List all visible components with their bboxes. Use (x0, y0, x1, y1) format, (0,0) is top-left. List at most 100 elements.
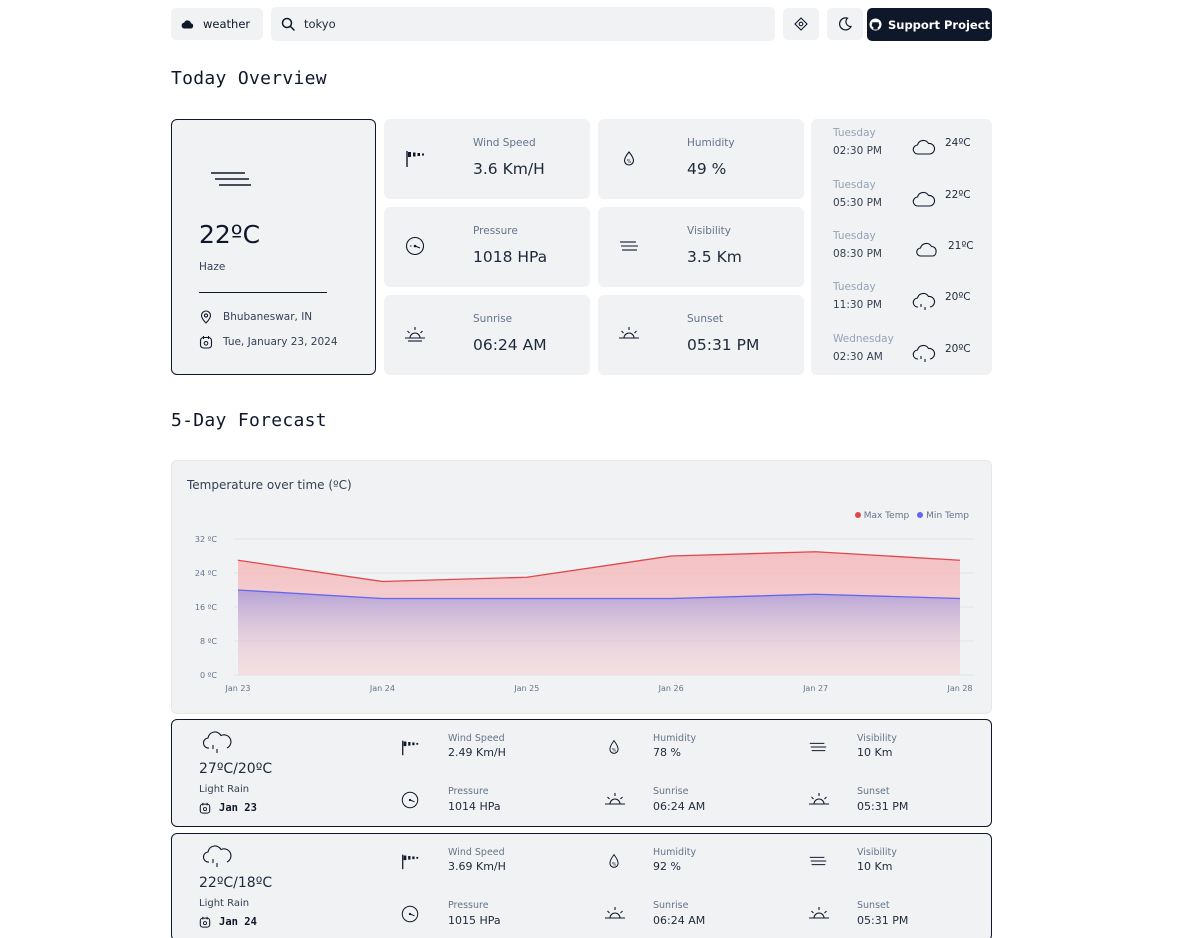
today-overview-heading: Today Overview (171, 68, 327, 89)
pressure-card: Pressure 1018 HPa (384, 207, 590, 287)
rain-cloud-icon (201, 842, 235, 870)
sunrise-label: Sunrise (653, 786, 689, 797)
current-location-button[interactable] (783, 8, 819, 40)
min-temp-area (238, 590, 960, 675)
day-condition: Light Rain (199, 784, 250, 795)
sunrise-value: 06:24 AM (653, 914, 706, 927)
pressure-label: Pressure (448, 900, 489, 911)
sunrise-icon (404, 323, 426, 345)
cloud-icon (911, 134, 937, 160)
svg-text:%: % (627, 159, 632, 165)
y-tick-label: 16 ºC (195, 603, 217, 612)
location-pin-icon (199, 310, 213, 324)
day-date: Jan 24 (219, 916, 257, 928)
wind-speed-label: Wind Speed (473, 137, 536, 149)
x-tick-label: Jan 26 (658, 684, 684, 693)
forecast-day-card[interactable]: 27ºC/20ºC Light Rain Jan 23 Wind Speed 2… (171, 719, 992, 827)
pressure-value: 1015 HPa (448, 914, 501, 927)
pressure-icon (400, 790, 420, 810)
svg-text:%: % (612, 748, 617, 754)
haze-icon (209, 170, 253, 192)
visibility-value: 10 Km (857, 746, 893, 759)
wind-speed-value: 2.49 Km/H (448, 746, 506, 759)
x-tick-label: Jan 28 (946, 684, 972, 693)
location-label: Bhubaneswar, IN (223, 311, 313, 323)
sunset-label: Sunset (687, 313, 724, 325)
support-label: Support Project (887, 17, 991, 32)
temperature-chart: 0 ºC 8 ºC 16 ºC 24 ºC 32 ºC Jan 23 Jan 24 Jan 2… (195, 535, 974, 693)
wind-speed-label: Wind Speed (448, 847, 505, 858)
pressure-label: Pressure (473, 225, 518, 237)
y-tick-label: 24 ºC (195, 569, 217, 578)
pressure-value: 1018 HPa (473, 248, 548, 266)
sunset-value: 05:31 PM (857, 914, 909, 927)
humidity-icon: % (604, 737, 624, 757)
search-value: tokyo (304, 17, 336, 31)
calendar-icon (199, 335, 213, 349)
hourly-item: Wednesday 02:30 AM 20ºC (833, 333, 983, 373)
hourly-time: 02:30 AM (833, 351, 883, 363)
wind-speed-value: 3.6 Km/H (473, 160, 545, 178)
hourly-day: Tuesday (833, 179, 876, 191)
sunset-card: Sunset 05:31 PM (598, 295, 804, 375)
hourly-temp: 22ºC (945, 189, 971, 201)
sunset-value: 05:31 PM (857, 800, 909, 813)
hourly-time: 05:30 PM (833, 197, 882, 209)
top-bar: weather tokyo Support Project (171, 7, 992, 41)
humidity-label: Humidity (653, 847, 697, 858)
rain-cloud-icon (911, 288, 937, 314)
search-icon (281, 17, 295, 31)
humidity-card: % Humidity 49 % (598, 119, 804, 199)
sunrise-value: 06:24 AM (653, 800, 706, 813)
brand-logo[interactable]: weather (171, 8, 263, 40)
hourly-temp: 24ºC (945, 137, 971, 149)
wind-icon (400, 851, 420, 871)
hourly-day: Tuesday (833, 281, 876, 293)
y-tick-label: 0 ºC (200, 671, 217, 680)
y-tick-label: 8 ºC (200, 637, 217, 646)
hourly-temp: 20ºC (945, 291, 971, 303)
x-tick-label: Jan 23 (224, 684, 250, 693)
day-date: Jan 23 (219, 802, 257, 814)
current-weather-card: 22ºC Haze Bhubaneswar, IN Tue, January 2… (171, 119, 376, 375)
pressure-icon (400, 904, 420, 924)
forecast-day-card[interactable]: 22ºC/18ºC Light Rain Jan 24 Wind Speed 3… (171, 833, 992, 938)
locate-icon (794, 17, 808, 31)
sunset-label: Sunset (857, 900, 890, 911)
day-temperature: 22ºC/18ºC (199, 875, 273, 891)
hourly-temp: 21ºC (948, 240, 974, 252)
hourly-day: Tuesday (833, 127, 876, 139)
cloud-icon (911, 186, 937, 212)
sunset-icon (808, 789, 830, 811)
divider (199, 292, 327, 293)
theme-toggle-button[interactable] (827, 8, 863, 40)
sunset-value: 05:31 PM (687, 336, 760, 354)
rain-cloud-icon (201, 728, 235, 756)
visibility-icon (808, 737, 828, 757)
calendar-icon (199, 802, 211, 814)
y-tick-label: 32 ºC (195, 535, 217, 544)
visibility-icon (808, 851, 828, 871)
visibility-icon (618, 235, 640, 257)
humidity-label: Humidity (687, 137, 735, 149)
x-tick-label: Jan 27 (802, 684, 828, 693)
visibility-card: Visibility 3.5 Km (598, 207, 804, 287)
hourly-day: Wednesday (833, 333, 894, 345)
cloud-icon (914, 237, 940, 263)
hourly-temp: 20ºC (945, 343, 971, 355)
rain-cloud-icon (911, 340, 937, 366)
hourly-forecast-card: Tuesday 02:30 PM 24ºC Tuesday 05:30 PM 2… (811, 119, 992, 375)
support-project-button[interactable]: Support Project (867, 8, 992, 41)
sunrise-value: 06:24 AM (473, 336, 547, 354)
sunset-icon (618, 323, 640, 345)
forecast-heading: 5-Day Forecast (171, 410, 327, 431)
temperature-chart-card: Temperature over time (ºC) Max Temp Min … (171, 460, 992, 714)
date-label: Tue, January 23, 2024 (223, 336, 338, 348)
day-date-row: Jan 24 (199, 916, 257, 928)
moon-icon (837, 16, 853, 32)
humidity-value: 78 % (653, 746, 681, 759)
pressure-label: Pressure (448, 786, 489, 797)
humidity-label: Humidity (653, 733, 697, 744)
search-input[interactable]: tokyo (271, 7, 775, 41)
hourly-time: 08:30 PM (833, 248, 882, 260)
